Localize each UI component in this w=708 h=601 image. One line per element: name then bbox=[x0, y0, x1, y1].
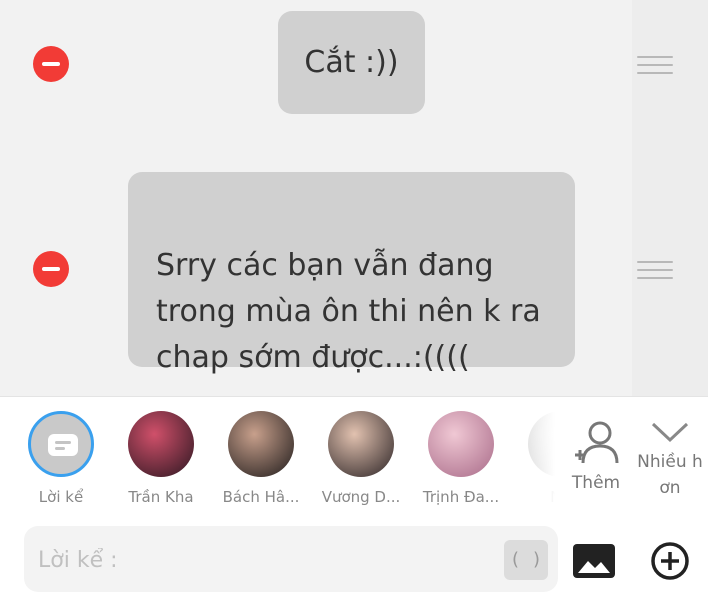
image-icon bbox=[573, 544, 615, 578]
delete-message-button[interactable] bbox=[33, 251, 69, 287]
avatar bbox=[128, 411, 194, 477]
message-bubble[interactable]: Srry các bạn vẫn đang trong mùa ôn thi n… bbox=[128, 172, 575, 375]
character-name: Vương D... bbox=[321, 488, 401, 506]
narration-input[interactable] bbox=[36, 526, 500, 594]
character-item[interactable]: Bách Hâ... bbox=[216, 411, 306, 506]
drag-handle-icon[interactable] bbox=[637, 261, 673, 281]
message-text: Srry các bạn vẫn đang trong mùa ôn thi n… bbox=[156, 248, 541, 375]
message-text: Cắt :)) bbox=[304, 44, 399, 80]
avatar bbox=[228, 411, 294, 477]
character-item[interactable]: Vương D... bbox=[316, 411, 406, 506]
avatar bbox=[428, 411, 494, 477]
plus-circle-icon bbox=[651, 542, 689, 580]
delete-message-button[interactable] bbox=[33, 46, 69, 82]
character-narrator[interactable]: Lời kể bbox=[16, 411, 106, 506]
parenthesis-button[interactable]: ( ) bbox=[504, 540, 548, 580]
avatar bbox=[328, 411, 394, 477]
expand-button[interactable]: Nhiều h ơn bbox=[632, 419, 708, 501]
character-item[interactable]: Trịnh Đa... bbox=[416, 411, 506, 506]
add-character-label: Thêm bbox=[571, 473, 621, 493]
narration-input-box: ( ) bbox=[24, 526, 558, 594]
character-name: Trần Kha bbox=[128, 488, 194, 506]
narrator-avatar bbox=[28, 411, 94, 477]
message-list: Cắt :)) Srry các bạn vẫn đang trong mùa … bbox=[0, 0, 708, 396]
speech-bubble-icon bbox=[48, 434, 78, 456]
add-person-icon bbox=[575, 421, 619, 464]
character-name: Lời kể bbox=[38, 488, 84, 506]
drag-handle-icon[interactable] bbox=[637, 56, 673, 76]
expand-label: Nhiều h ơn bbox=[637, 452, 703, 498]
image-button[interactable] bbox=[572, 543, 616, 579]
chevron-down-icon bbox=[651, 422, 689, 443]
character-name: Trịnh Đa... bbox=[422, 488, 500, 506]
composer-toolbar: Lời kể Trần Kha Bách Hâ... Vương D... Tr… bbox=[0, 396, 708, 601]
add-character-button[interactable]: Thêm bbox=[568, 419, 624, 493]
character-strip: Lời kể Trần Kha Bách Hâ... Vương D... Tr… bbox=[0, 411, 560, 511]
add-button[interactable] bbox=[650, 541, 690, 581]
character-name: Bách Hâ... bbox=[222, 488, 300, 506]
scroll-fade bbox=[515, 411, 560, 511]
message-bubble[interactable]: Cắt :)) bbox=[278, 11, 425, 114]
character-item[interactable]: Trần Kha bbox=[116, 411, 206, 506]
